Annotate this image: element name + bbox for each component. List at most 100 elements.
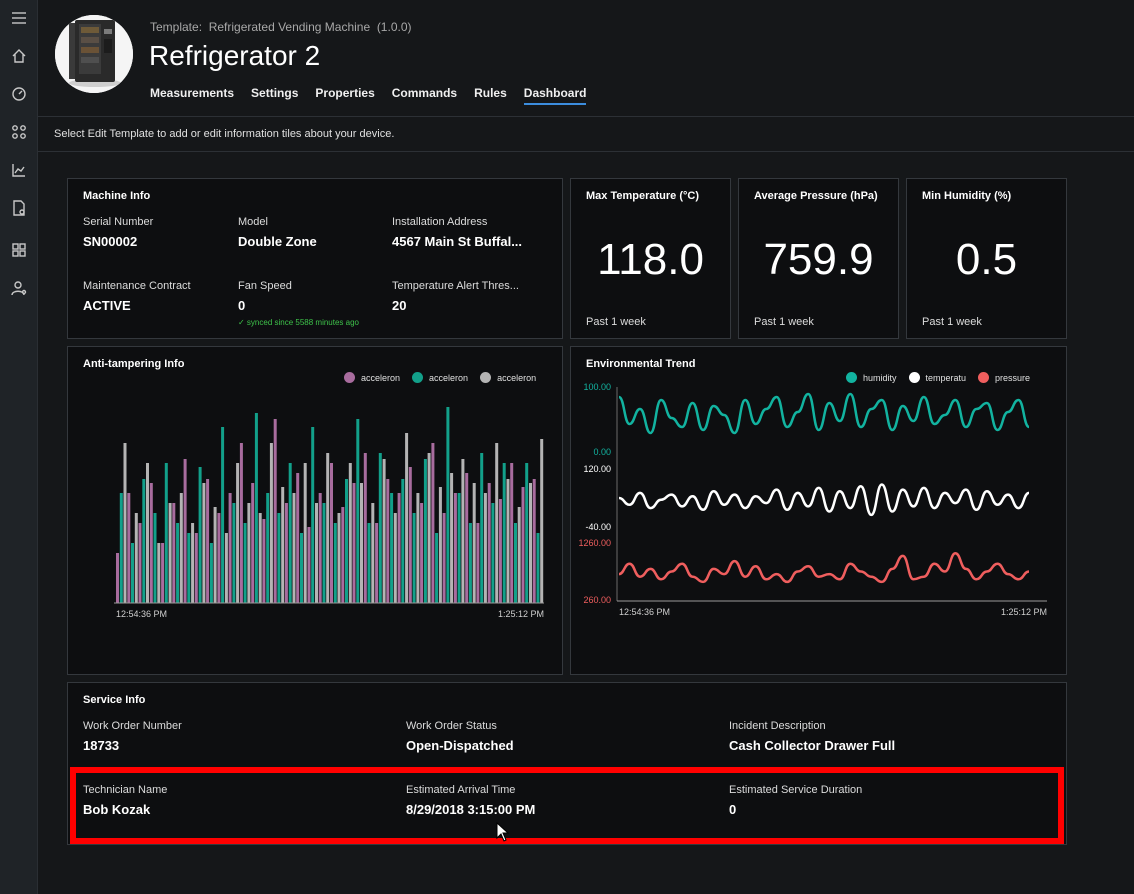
- bar-mark[interactable]: [348, 463, 352, 603]
- bar-mark[interactable]: [371, 503, 375, 603]
- bar-mark[interactable]: [277, 513, 281, 603]
- bar-mark[interactable]: [236, 463, 240, 603]
- bar-mark[interactable]: [386, 479, 390, 603]
- administration-icon[interactable]: [9, 278, 29, 298]
- bar-mark[interactable]: [296, 473, 300, 603]
- bar-mark[interactable]: [187, 533, 191, 603]
- bar-mark[interactable]: [420, 503, 424, 603]
- bar-mark[interactable]: [228, 493, 232, 603]
- analytics-icon[interactable]: [9, 160, 29, 180]
- bar-mark[interactable]: [202, 483, 206, 603]
- anti-tampering-chart[interactable]: 12:54:36 PM 1:25:12 PM: [68, 383, 562, 673]
- templates-icon[interactable]: [9, 240, 29, 260]
- bar-mark[interactable]: [412, 513, 416, 603]
- bar-mark[interactable]: [450, 473, 454, 603]
- bar-mark[interactable]: [168, 503, 172, 603]
- bar-mark[interactable]: [247, 503, 251, 603]
- bar-mark[interactable]: [142, 479, 146, 603]
- bar-mark[interactable]: [517, 507, 521, 603]
- bar-mark[interactable]: [532, 479, 536, 603]
- bar-mark[interactable]: [146, 463, 149, 603]
- bar-mark[interactable]: [536, 533, 540, 603]
- bar-mark[interactable]: [311, 427, 315, 603]
- bar-mark[interactable]: [401, 479, 405, 603]
- bar-mark[interactable]: [149, 483, 153, 603]
- bar-mark[interactable]: [303, 463, 307, 603]
- bar-mark[interactable]: [315, 503, 318, 603]
- bar-mark[interactable]: [453, 493, 457, 603]
- bar-mark[interactable]: [487, 483, 491, 603]
- bar-mark[interactable]: [408, 467, 412, 603]
- bar-mark[interactable]: [427, 453, 431, 603]
- bar-mark[interactable]: [423, 459, 427, 603]
- bar-mark[interactable]: [472, 483, 476, 603]
- kpi-tile-min-humidity[interactable]: Min Humidity (%) 0.5 Past 1 week: [906, 178, 1067, 339]
- bar-mark[interactable]: [322, 503, 326, 603]
- bar-mark[interactable]: [318, 493, 322, 603]
- bar-mark[interactable]: [213, 507, 217, 603]
- bar-mark[interactable]: [360, 483, 363, 603]
- bar-mark[interactable]: [483, 493, 487, 603]
- series-line-temperatu[interactable]: [618, 483, 1030, 517]
- bar-mark[interactable]: [198, 467, 202, 603]
- kpi-tile-max-temperature[interactable]: Max Temperature (°C) 118.0 Past 1 week: [570, 178, 731, 339]
- bar-mark[interactable]: [292, 493, 296, 603]
- bar-mark[interactable]: [363, 453, 367, 603]
- bar-mark[interactable]: [307, 527, 311, 603]
- bar-mark[interactable]: [446, 407, 450, 603]
- bar-mark[interactable]: [457, 493, 461, 603]
- bar-mark[interactable]: [157, 543, 161, 603]
- anti-tampering-tile[interactable]: Anti-tampering Info acceleron acceleron …: [67, 346, 563, 675]
- bar-mark[interactable]: [514, 523, 517, 603]
- bar-mark[interactable]: [119, 493, 123, 603]
- bar-mark[interactable]: [397, 493, 401, 603]
- bar-mark[interactable]: [161, 543, 165, 603]
- bar-mark[interactable]: [375, 523, 379, 603]
- bar-mark[interactable]: [134, 513, 138, 603]
- bar-mark[interactable]: [525, 463, 529, 603]
- environmental-trend-tile[interactable]: Environmental Trend humidity temperatu p…: [570, 346, 1067, 675]
- bar-mark[interactable]: [209, 543, 213, 603]
- tab-properties[interactable]: Properties: [315, 86, 374, 105]
- dashboard-gauge-icon[interactable]: [9, 84, 29, 104]
- bar-mark[interactable]: [495, 443, 499, 603]
- bar-mark[interactable]: [540, 439, 544, 603]
- legend-item[interactable]: pressure: [978, 372, 1030, 383]
- bar-mark[interactable]: [284, 503, 288, 603]
- bar-mark[interactable]: [461, 459, 465, 603]
- bar-mark[interactable]: [176, 523, 180, 603]
- template-name[interactable]: Refrigerated Vending Machine: [209, 20, 370, 34]
- bar-mark[interactable]: [273, 419, 277, 603]
- series-line-pressure[interactable]: [618, 552, 1030, 584]
- legend-item[interactable]: acceleron: [344, 372, 400, 383]
- bar-mark[interactable]: [239, 443, 243, 603]
- series-line-humidity[interactable]: [618, 392, 1030, 435]
- home-icon[interactable]: [9, 46, 29, 66]
- bar-mark[interactable]: [390, 493, 394, 603]
- bar-mark[interactable]: [131, 543, 134, 603]
- bar-mark[interactable]: [416, 493, 420, 603]
- tab-settings[interactable]: Settings: [251, 86, 298, 105]
- bar-mark[interactable]: [232, 503, 236, 603]
- device-explorer-icon[interactable]: [9, 122, 29, 142]
- bar-mark[interactable]: [330, 463, 333, 603]
- bar-mark[interactable]: [465, 473, 469, 603]
- bar-mark[interactable]: [254, 413, 258, 603]
- bar-mark[interactable]: [138, 523, 142, 603]
- bar-mark[interactable]: [345, 479, 348, 603]
- service-info-tile[interactable]: Service Info Work Order Number 18733 Wor…: [67, 682, 1067, 845]
- bar-mark[interactable]: [123, 443, 127, 603]
- bar-mark[interactable]: [382, 459, 386, 603]
- bar-mark[interactable]: [172, 503, 176, 603]
- bar-mark[interactable]: [191, 523, 195, 603]
- bar-mark[interactable]: [510, 463, 514, 603]
- bar-mark[interactable]: [341, 507, 345, 603]
- menu-icon[interactable]: [9, 8, 29, 28]
- bar-mark[interactable]: [217, 513, 221, 603]
- bar-mark[interactable]: [529, 483, 532, 603]
- bar-mark[interactable]: [506, 479, 510, 603]
- bar-mark[interactable]: [116, 553, 119, 603]
- kpi-tile-average-pressure[interactable]: Average Pressure (hPa) 759.9 Past 1 week: [738, 178, 899, 339]
- bar-mark[interactable]: [367, 523, 371, 603]
- bar-mark[interactable]: [206, 479, 210, 603]
